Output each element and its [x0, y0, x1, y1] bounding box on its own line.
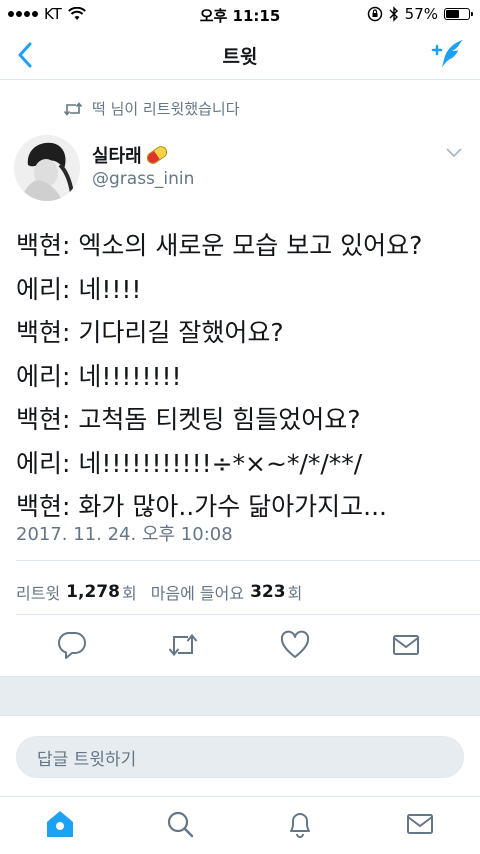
author-name[interactable]: 실타래 — [92, 142, 170, 168]
reply-placeholder: 답글 트윗하기 — [37, 749, 137, 770]
battery-icon — [444, 8, 473, 20]
author-handle[interactable]: @grass_inin — [92, 169, 194, 189]
bell-icon[interactable] — [285, 809, 315, 839]
tweet-text-line: 에리: 네!!!!!!!! — [16, 361, 182, 391]
retweet-count[interactable]: 1,278 — [66, 582, 120, 602]
tweet-body: 백현: 엑소의 새로운 모습 보고 있어요? 에리: 네!!!! 백현: 기다리길 … — [16, 224, 466, 529]
chevron-down-icon[interactable] — [446, 148, 462, 158]
like-count[interactable]: 323 — [250, 582, 286, 602]
retweet-icon[interactable] — [168, 630, 198, 660]
nav-bar: 트윗 — [0, 30, 480, 80]
bluetooth-icon — [389, 6, 398, 22]
retweet-context-text[interactable]: 떡 님이 리트윗했습니다 — [92, 98, 240, 119]
retweet-context: 떡 님이 리트윗했습니다 — [64, 98, 240, 119]
retweet-stat-label: 리트윗 — [16, 584, 61, 603]
section-separator — [0, 676, 480, 716]
reply-icon[interactable] — [57, 630, 87, 660]
search-icon[interactable] — [165, 809, 195, 839]
tweet-text-line: 백현: 엑소의 새로운 모습 보고 있어요? — [16, 231, 423, 260]
pill-emoji-icon — [144, 143, 170, 167]
retweet-count-suffix: 회 — [121, 584, 137, 603]
avatar-image — [14, 135, 80, 201]
battery-fill — [446, 10, 459, 18]
home-icon[interactable] — [45, 809, 75, 839]
like-count-suffix: 회 — [287, 584, 303, 603]
tweet-timestamp: 2017. 11. 24. 오후 10:08 — [16, 524, 233, 545]
tweet-text-line: 에리: 네!!!!!!!!!!!÷*×~*/*/**/ — [16, 448, 363, 478]
envelope-icon[interactable] — [391, 630, 421, 660]
battery-percent: 57% — [404, 5, 438, 23]
compose-tweet-icon[interactable] — [430, 38, 466, 70]
avatar[interactable] — [14, 135, 80, 201]
status-bar: KT 오후 11:15 57% — [0, 0, 480, 30]
retweet-small-icon — [64, 101, 82, 116]
reply-input[interactable]: 답글 트윗하기 — [16, 736, 464, 778]
status-right: 57% — [367, 5, 473, 23]
tweet-actions — [0, 630, 480, 664]
heart-icon[interactable] — [280, 630, 310, 660]
divider — [16, 560, 480, 561]
tweet-text-line: 백현: 기다리길 잘했어요? — [16, 318, 284, 347]
author-name-text: 실타래 — [92, 146, 142, 167]
tweet-text-line: 에리: 네!!!! — [16, 274, 142, 304]
messages-tab-icon[interactable] — [405, 809, 435, 839]
like-stat-label: 마음에 들어요 — [150, 584, 245, 603]
tweet-stats: 리트윗 1,278 회 마음에 들어요 323 회 — [16, 580, 302, 604]
divider — [16, 614, 480, 615]
page-title: 트윗 — [222, 46, 258, 68]
orientation-lock-icon — [367, 6, 382, 22]
tab-bar — [0, 796, 480, 854]
tweet-text-line: 백현: 고척돔 티켓팅 힘들었어요? — [16, 405, 361, 434]
